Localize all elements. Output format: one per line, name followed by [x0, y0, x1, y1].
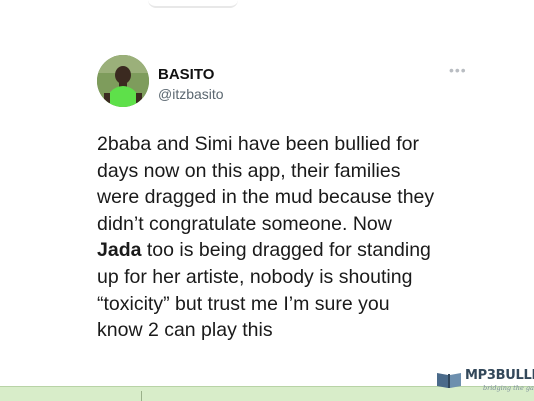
tweet-line: didn’t congratulate someone. Now [97, 212, 392, 235]
watermark-tagline: bridging the gap! [483, 384, 534, 392]
more-dots-icon[interactable]: ••• [449, 62, 467, 78]
top-divider [148, 0, 238, 8]
watermark-logo: MP3BULLET bridging the gap! [435, 366, 534, 396]
avatar[interactable] [97, 55, 149, 107]
author-handle[interactable]: @itzbasito [158, 86, 224, 102]
tweet-line: up for her artiste, nobody is shouting [97, 265, 413, 288]
tweet-line: days now on this app, their families [97, 159, 401, 182]
tweet-line: “toxicity” but trust me I’m sure you [97, 292, 390, 315]
bold-mention: Jada [97, 239, 142, 262]
tweet-line: 2baba and Simi have been bullied for [97, 133, 419, 155]
book-icon [437, 373, 461, 388]
tweet-line: Jada too is being dragged for standing [97, 239, 431, 262]
author-name[interactable]: BASITO [158, 66, 214, 83]
tweet-line: were dragged in the mud because they [97, 186, 435, 209]
tweet-line: know 2 can play this [97, 319, 273, 342]
tweet-card: BASITO @itzbasito ••• 2baba and Simi hav… [0, 40, 534, 386]
tweet-text: 2baba and Simi have been bullied for day… [97, 131, 477, 344]
avatar-image [97, 55, 149, 107]
watermark-brand: MP3BULLET [465, 368, 534, 383]
